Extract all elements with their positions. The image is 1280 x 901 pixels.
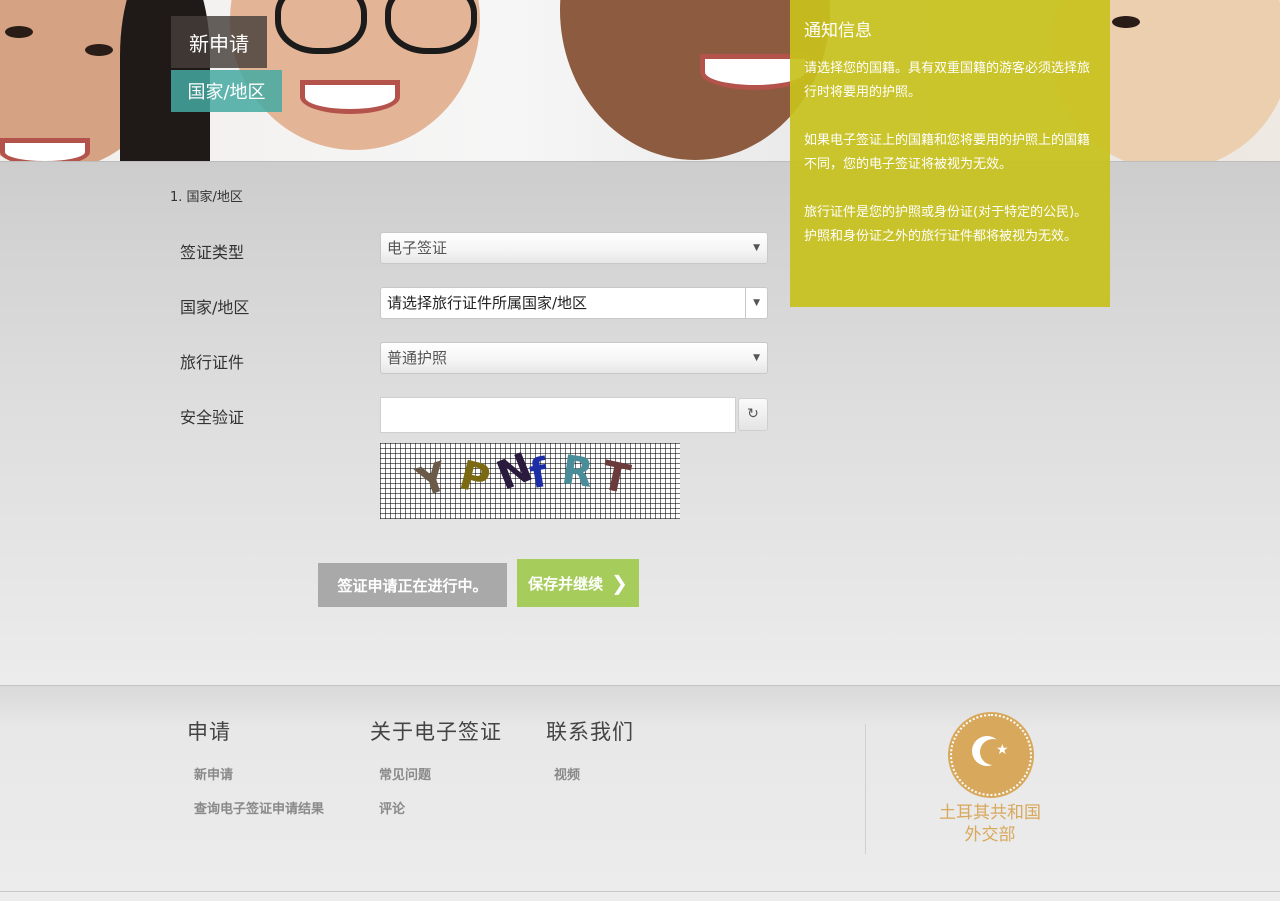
ministry-name[interactable]: 土耳其共和国 外交部 bbox=[920, 802, 1060, 846]
footer-link-comments[interactable]: 评论 bbox=[379, 798, 405, 817]
security-label: 安全验证 bbox=[180, 408, 245, 427]
save-and-continue-label: 保存并继续 bbox=[528, 574, 604, 593]
star-icon: ★ bbox=[996, 742, 1009, 758]
dropdown-arrow-icon[interactable]: ▼ bbox=[753, 288, 760, 318]
page-title: 新申请 bbox=[171, 16, 267, 68]
refresh-captcha-button[interactable]: ↻ bbox=[738, 398, 768, 431]
step-indicator: 1. 国家/地区 bbox=[170, 190, 243, 205]
hero-photo-eye bbox=[1112, 16, 1140, 28]
page-subtitle: 国家/地区 bbox=[171, 70, 282, 112]
notice-paragraph: 旅行证件是您的护照或身份证(对于特定的公民)。护照和身份证之外的旅行证件都将被视… bbox=[804, 205, 1088, 244]
save-and-continue-button[interactable]: 保存并继续 ❯ bbox=[517, 559, 639, 607]
captcha-char: P bbox=[454, 452, 495, 504]
footer-contact-title: 联系我们 bbox=[546, 720, 634, 744]
select-divider bbox=[745, 288, 746, 318]
visa-type-select[interactable]: 电子签证 ▼ bbox=[380, 232, 768, 264]
captcha-char: Y bbox=[411, 453, 454, 507]
travel-document-select[interactable]: 普通护照 ▼ bbox=[380, 342, 768, 374]
ministry-name-line: 土耳其共和国 bbox=[939, 803, 1041, 823]
chevron-right-icon: ❯ bbox=[611, 571, 628, 595]
country-placeholder: 请选择旅行证件所属国家/地区 bbox=[387, 294, 588, 312]
notice-paragraph: 请选择您的国籍。具有双重国籍的游客必须选择旅行时将要用的护照。 bbox=[804, 61, 1091, 100]
hero-photo-smile bbox=[0, 138, 90, 161]
footer-about-title: 关于电子签证 bbox=[370, 720, 502, 744]
application-in-progress-button[interactable]: 签证申请正在进行中。 bbox=[318, 563, 507, 607]
dropdown-arrow-icon: ▼ bbox=[753, 353, 760, 363]
notice-paragraph: 如果电子签证上的国籍和您将要用的护照上的国籍不同，您的电子签证将被视为无效。 bbox=[804, 133, 1091, 172]
captcha-char: f bbox=[526, 449, 552, 499]
hero-photo-eye bbox=[5, 26, 33, 38]
footer-link-new-application[interactable]: 新申请 bbox=[194, 764, 233, 783]
visa-type-label: 签证类型 bbox=[180, 243, 245, 262]
travel-document-value: 普通护照 bbox=[387, 349, 448, 367]
notice-panel: 通知信息 请选择您的国籍。具有双重国籍的游客必须选择旅行时将要用的护照。 如果电… bbox=[790, 0, 1110, 307]
captcha-char: T bbox=[597, 452, 634, 504]
captcha-image: Y P N f R T bbox=[380, 443, 680, 519]
footer-bottom-divider bbox=[0, 891, 1280, 892]
footer-apply-title: 申请 bbox=[187, 720, 231, 744]
refresh-icon: ↻ bbox=[747, 406, 759, 422]
footer-link-faq[interactable]: 常见问题 bbox=[379, 764, 431, 783]
country-select[interactable]: 请选择旅行证件所属国家/地区 ▼ bbox=[380, 287, 768, 319]
captcha-input[interactable] bbox=[380, 397, 736, 433]
ministry-name-line: 外交部 bbox=[964, 825, 1016, 845]
travel-document-label: 旅行证件 bbox=[180, 353, 245, 372]
captcha-char: R bbox=[558, 447, 596, 497]
hero-photo-smile bbox=[300, 80, 400, 114]
country-label: 国家/地区 bbox=[180, 298, 250, 317]
dropdown-arrow-icon: ▼ bbox=[753, 243, 760, 253]
footer-divider bbox=[865, 724, 866, 854]
ministry-seal-icon[interactable]: ★ bbox=[950, 714, 1032, 796]
footer-link-check-status[interactable]: 查询电子签证申请结果 bbox=[194, 798, 324, 817]
visa-type-value: 电子签证 bbox=[387, 239, 448, 257]
footer: 申请 新申请 查询电子签证申请结果 关于电子签证 常见问题 评论 联系我们 视频… bbox=[0, 685, 1280, 901]
notice-title: 通知信息 bbox=[804, 21, 872, 41]
hero-photo-eye bbox=[85, 44, 113, 56]
footer-link-video[interactable]: 视频 bbox=[554, 764, 580, 783]
